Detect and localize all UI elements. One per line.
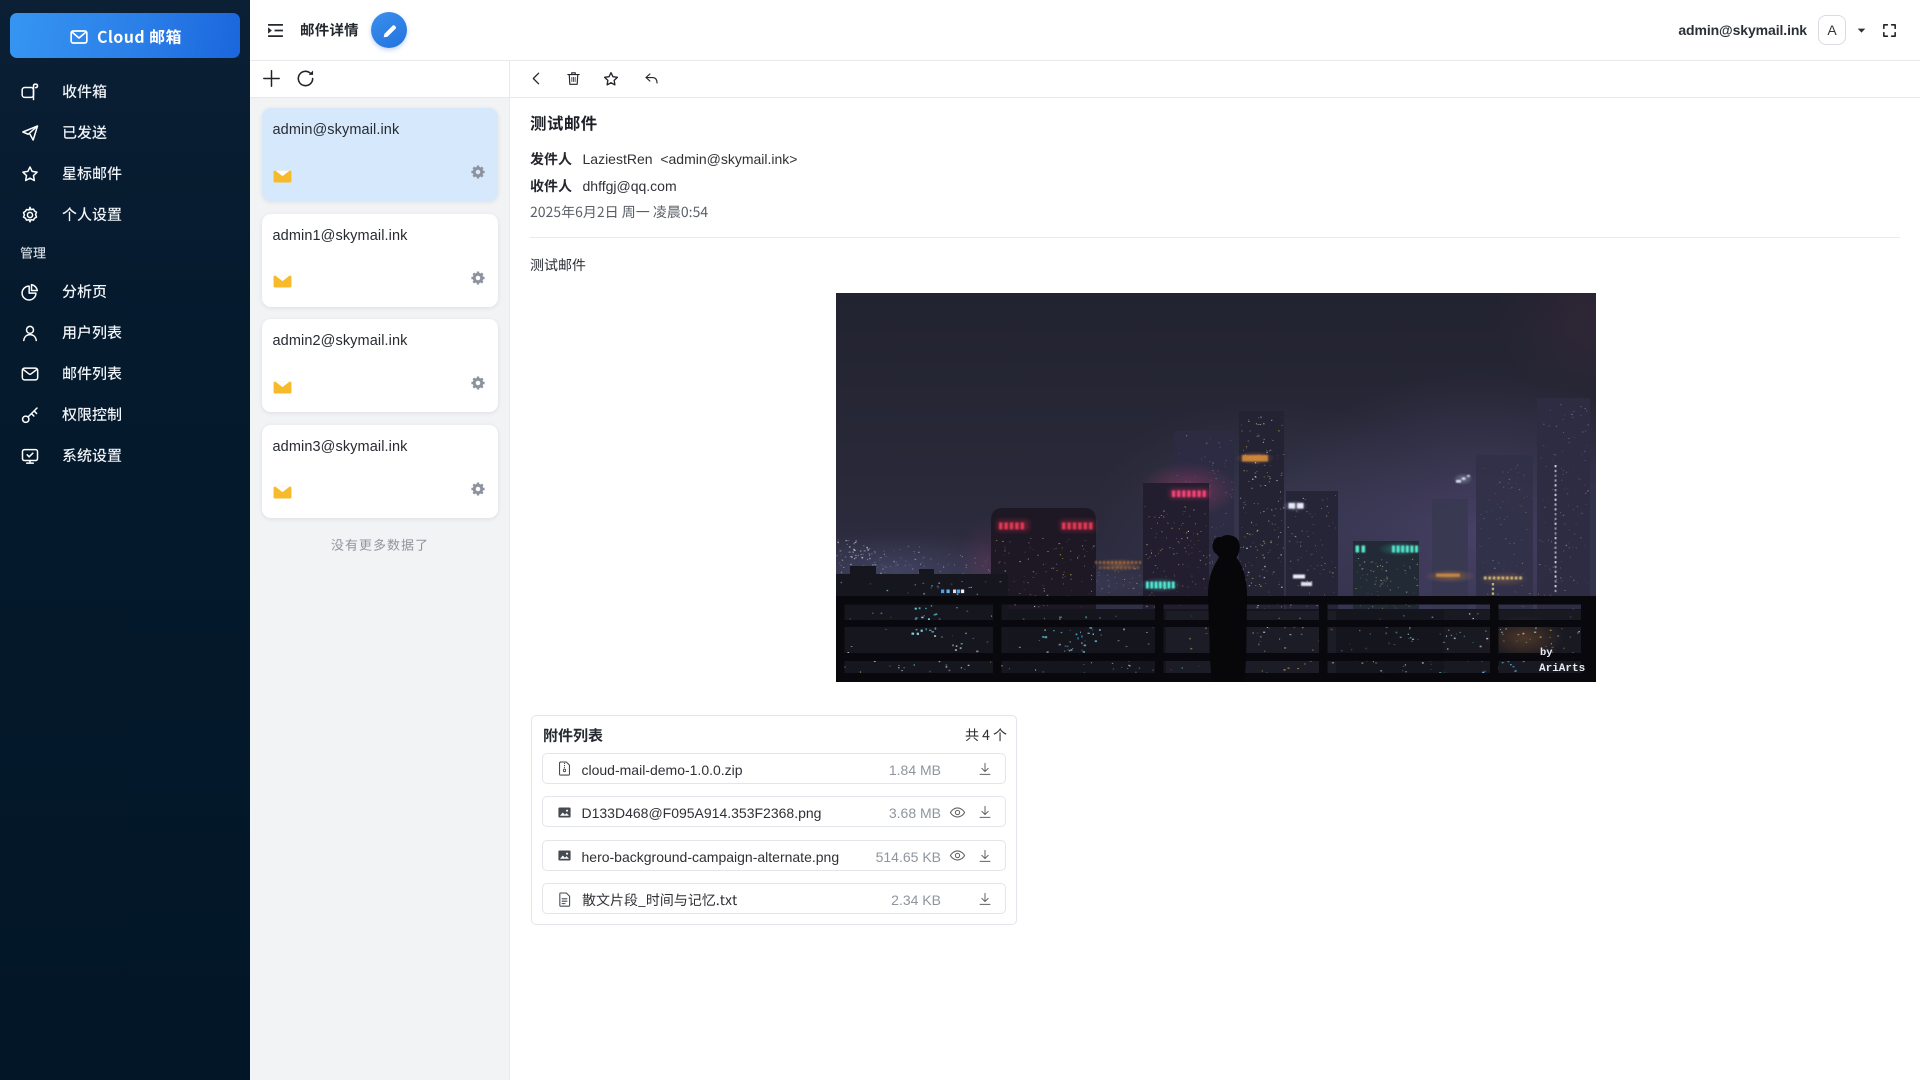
svg-text:AriArts: AriArts [1539, 663, 1585, 675]
svg-text:by: by [1540, 647, 1553, 659]
